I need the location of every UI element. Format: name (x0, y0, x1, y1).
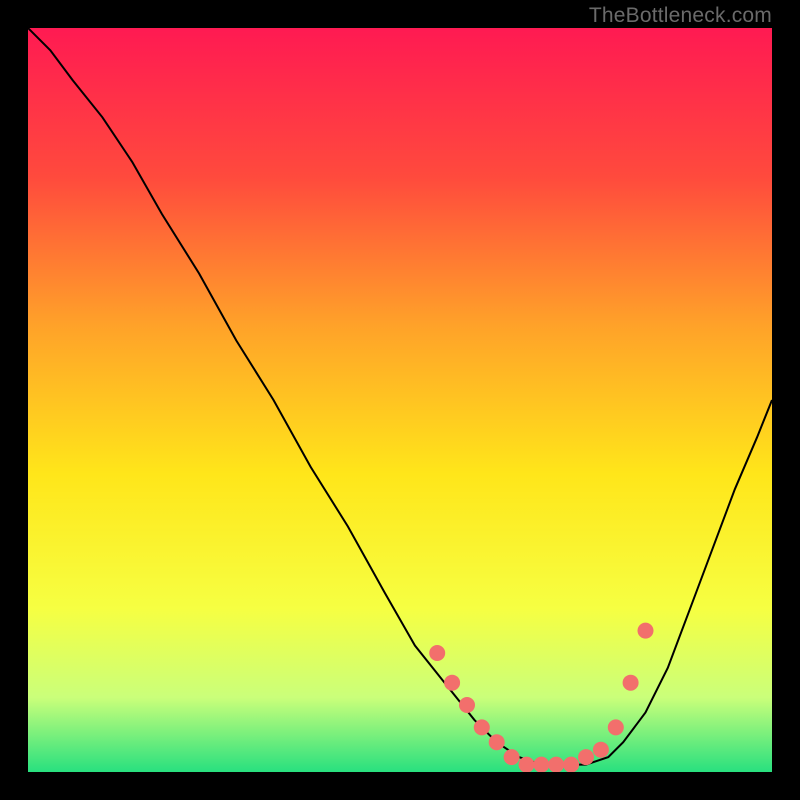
data-point (459, 697, 475, 713)
chart-frame (28, 28, 772, 772)
chart-background (28, 28, 772, 772)
data-point (429, 645, 445, 661)
data-point (578, 749, 594, 765)
data-point (504, 749, 520, 765)
data-point (519, 757, 535, 772)
data-point (489, 734, 505, 750)
data-point (623, 675, 639, 691)
watermark-text: TheBottleneck.com (589, 4, 772, 28)
data-point (474, 719, 490, 735)
data-point (608, 719, 624, 735)
data-point (444, 675, 460, 691)
data-point (533, 757, 549, 772)
data-point (593, 742, 609, 758)
data-point (638, 623, 654, 639)
data-point (563, 757, 579, 772)
data-point (548, 757, 564, 772)
bottleneck-chart (28, 28, 772, 772)
